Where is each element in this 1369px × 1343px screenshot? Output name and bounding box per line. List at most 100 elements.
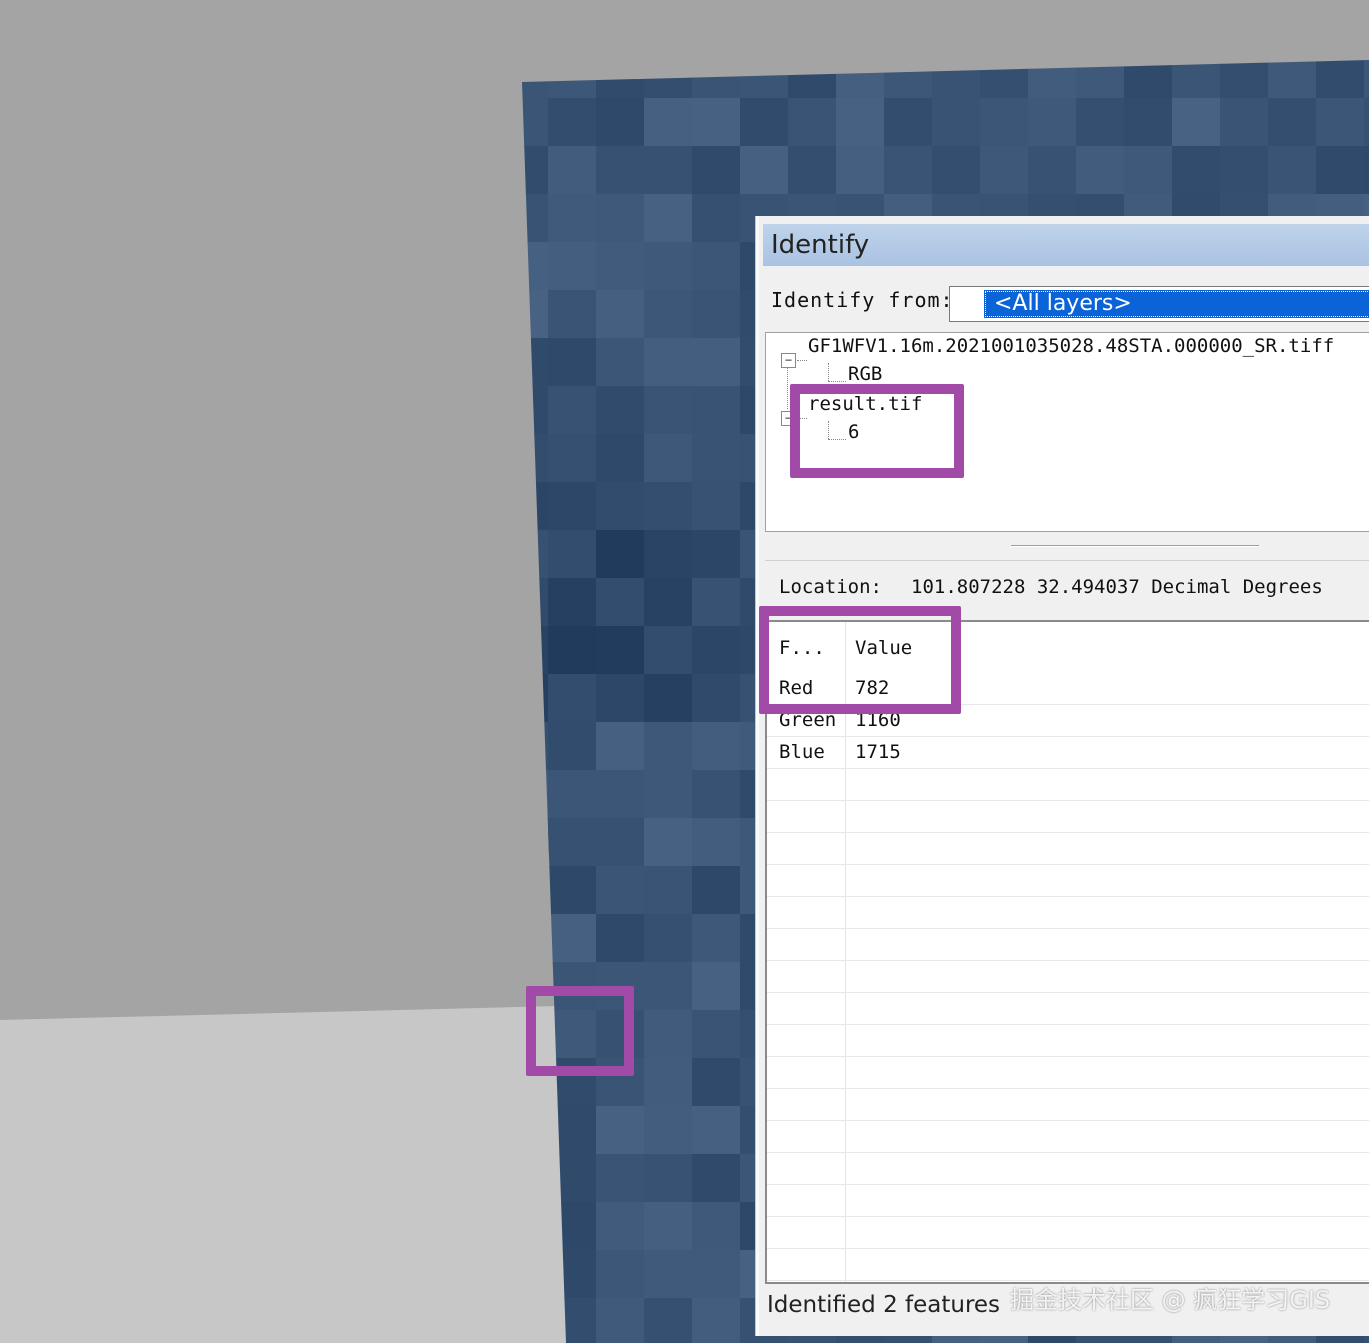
watermark: 掘金技术社区 @ 疯狂学习GIS <box>1010 1286 1331 1314</box>
raster-pixel <box>1172 98 1221 147</box>
raster-pixel <box>692 818 741 867</box>
attribute-grid[interactable]: F... Value Red 782 Green 1160 Blue 1715 <box>765 620 1369 1284</box>
location-value: 101.807228 32.494037 Decimal Degrees <box>911 576 1323 598</box>
raster-pixel <box>596 146 645 195</box>
raster-pixel <box>596 194 645 243</box>
raster-pixel <box>644 1154 693 1203</box>
raster-pixel <box>548 146 597 195</box>
raster-pixel <box>548 866 597 915</box>
raster-pixel <box>548 578 597 627</box>
tree-connector <box>828 363 829 381</box>
raster-pixel <box>644 722 693 771</box>
highlight-box-map <box>526 986 634 1076</box>
status-text: Identified 2 features <box>767 1292 1001 1318</box>
raster-pixel <box>836 98 885 147</box>
raster-pixel <box>692 482 741 531</box>
raster-pixel <box>644 98 693 147</box>
raster-pixel <box>1076 98 1125 147</box>
table-row <box>767 1088 1369 1121</box>
raster-pixel <box>1316 98 1365 147</box>
identify-from-dropdown[interactable]: <All layers> <box>949 286 1369 322</box>
raster-pixel <box>644 1298 693 1343</box>
identify-from-label: Identify from: <box>771 288 954 312</box>
raster-pixel <box>1316 146 1365 195</box>
raster-pixel <box>644 242 693 291</box>
raster-pixel <box>644 194 693 243</box>
raster-pixel <box>788 146 837 195</box>
raster-pixel <box>596 866 645 915</box>
raster-pixel <box>644 482 693 531</box>
panel-splitter[interactable] <box>765 534 1369 561</box>
raster-pixel <box>596 338 645 387</box>
raster-pixel <box>692 338 741 387</box>
raster-pixel <box>692 530 741 579</box>
table-row <box>767 1056 1369 1089</box>
raster-pixel <box>692 242 741 291</box>
table-row <box>767 864 1369 897</box>
raster-pixel <box>644 626 693 675</box>
raster-pixel <box>1268 98 1317 147</box>
tree-layer-gf1[interactable]: GF1WFV1.16m.2021001035028.48STA.000000_S… <box>808 335 1334 357</box>
raster-pixel <box>692 1202 741 1251</box>
raster-pixel <box>692 722 741 771</box>
raster-pixel <box>692 1250 741 1299</box>
raster-pixel <box>1172 146 1221 195</box>
raster-pixel <box>644 146 693 195</box>
raster-pixel <box>884 98 933 147</box>
table-row <box>767 928 1369 961</box>
location-row: Location: 101.807228 32.494037 Decimal D… <box>779 574 1369 608</box>
raster-pixel <box>692 1154 741 1203</box>
raster-pixel <box>1028 146 1077 195</box>
cell-value: 1715 <box>855 741 901 763</box>
table-row <box>767 1184 1369 1217</box>
raster-pixel <box>644 386 693 435</box>
raster-pixel <box>644 434 693 483</box>
raster-pixel <box>1124 146 1173 195</box>
identify-titlebar[interactable]: Identify <box>763 224 1369 266</box>
raster-pixel <box>548 98 597 147</box>
raster-pixel <box>740 98 789 147</box>
raster-pixel <box>548 338 597 387</box>
raster-pixel <box>836 146 885 195</box>
collapse-icon[interactable]: − <box>781 353 796 368</box>
raster-pixel <box>692 770 741 819</box>
raster-pixel <box>596 482 645 531</box>
raster-pixel <box>644 290 693 339</box>
raster-pixel <box>692 146 741 195</box>
raster-pixel <box>596 722 645 771</box>
raster-pixel <box>692 194 741 243</box>
raster-pixel <box>644 1058 693 1107</box>
raster-pixel <box>596 1202 645 1251</box>
raster-pixel <box>596 1154 645 1203</box>
tree-child-rgb[interactable]: RGB <box>848 363 882 385</box>
location-label: Location: <box>779 576 882 598</box>
raster-pixel <box>596 290 645 339</box>
table-row[interactable]: Blue 1715 <box>767 736 1369 769</box>
raster-pixel <box>596 434 645 483</box>
tree-connector <box>828 381 846 382</box>
table-row <box>767 896 1369 929</box>
raster-pixel <box>548 242 597 291</box>
raster-pixel <box>884 146 933 195</box>
raster-pixel <box>644 770 693 819</box>
raster-pixel <box>644 674 693 723</box>
raster-pixel <box>1268 146 1317 195</box>
raster-pixel <box>644 1202 693 1251</box>
table-row <box>767 768 1369 801</box>
raster-pixel <box>548 482 597 531</box>
raster-pixel <box>644 338 693 387</box>
raster-pixel <box>548 674 597 723</box>
raster-pixel <box>1364 146 1369 195</box>
raster-pixel <box>1220 146 1269 195</box>
raster-pixel <box>596 386 645 435</box>
raster-pixel <box>644 578 693 627</box>
raster-pixel <box>740 146 789 195</box>
raster-pixel <box>548 290 597 339</box>
raster-pixel <box>644 866 693 915</box>
raster-pixel <box>1364 98 1369 147</box>
raster-pixel <box>596 1298 645 1343</box>
window-title: Identify <box>771 230 870 260</box>
raster-pixel <box>692 1298 741 1343</box>
raster-pixel <box>644 818 693 867</box>
raster-pixel <box>548 530 597 579</box>
